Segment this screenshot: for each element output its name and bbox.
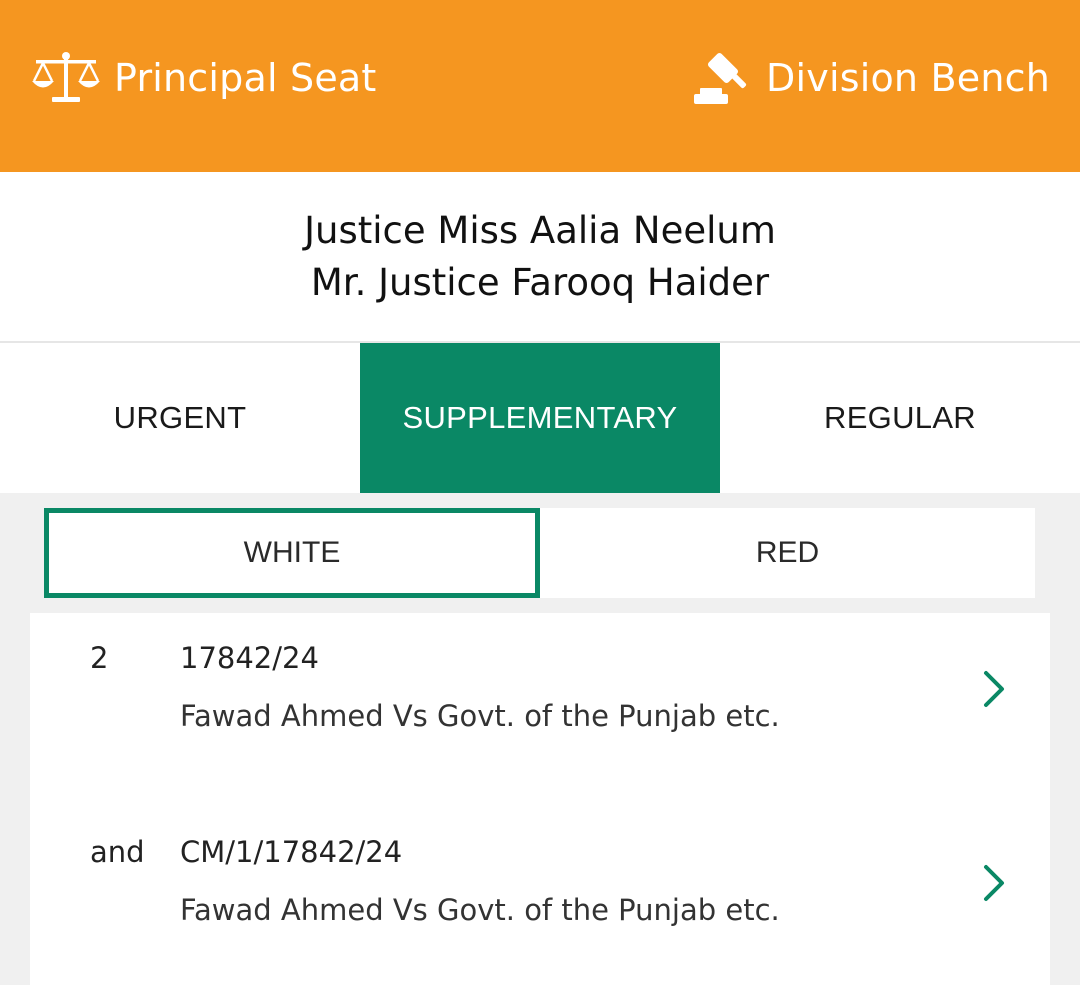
case-title: Fawad Ahmed Vs Govt. of the Punjab etc. <box>180 699 780 733</box>
tab-red[interactable]: RED <box>540 508 1035 598</box>
tab-white[interactable]: WHITE <box>44 508 540 598</box>
tab-regular[interactable]: REGULAR <box>720 343 1080 493</box>
division-bench-label: Division Bench <box>766 56 1050 100</box>
tab-urgent[interactable]: URGENT <box>0 343 360 493</box>
app-header: Principal Seat Division Bench <box>0 0 1080 172</box>
case-number: CM/1/17842/24 <box>180 835 403 869</box>
principal-seat-label: Principal Seat <box>114 56 377 100</box>
chevron-right-icon[interactable] <box>980 667 1008 711</box>
case-title: Fawad Ahmed Vs Govt. of the Punjab etc. <box>180 893 780 927</box>
case-serial: 2 <box>90 641 109 675</box>
tab-supplementary[interactable]: SUPPLEMENTARY <box>360 343 720 493</box>
case-serial: and <box>90 835 145 869</box>
case-number: 17842/24 <box>180 641 319 675</box>
principal-seat-selector[interactable]: Principal Seat <box>30 46 377 110</box>
bench-judges: Justice Miss Aalia Neelum Mr. Justice Fa… <box>0 172 1080 341</box>
list-color-tabs: WHITE RED <box>44 508 1035 598</box>
cause-list-tabs: URGENT SUPPLEMENTARY REGULAR <box>0 343 1080 493</box>
chevron-right-icon[interactable] <box>980 861 1008 905</box>
case-list: 2 17842/24 Fawad Ahmed Vs Govt. of the P… <box>30 613 1050 985</box>
division-bench-selector[interactable]: Division Bench <box>692 46 1050 110</box>
judge-name: Justice Miss Aalia Neelum <box>304 209 776 252</box>
list-item[interactable]: and CM/1/17842/24 Fawad Ahmed Vs Govt. o… <box>30 807 1050 957</box>
judge-name: Mr. Justice Farooq Haider <box>310 261 770 304</box>
gavel-icon <box>694 52 747 104</box>
list-item[interactable]: 2 17842/24 Fawad Ahmed Vs Govt. of the P… <box>30 613 1050 763</box>
scales-icon <box>32 52 100 102</box>
